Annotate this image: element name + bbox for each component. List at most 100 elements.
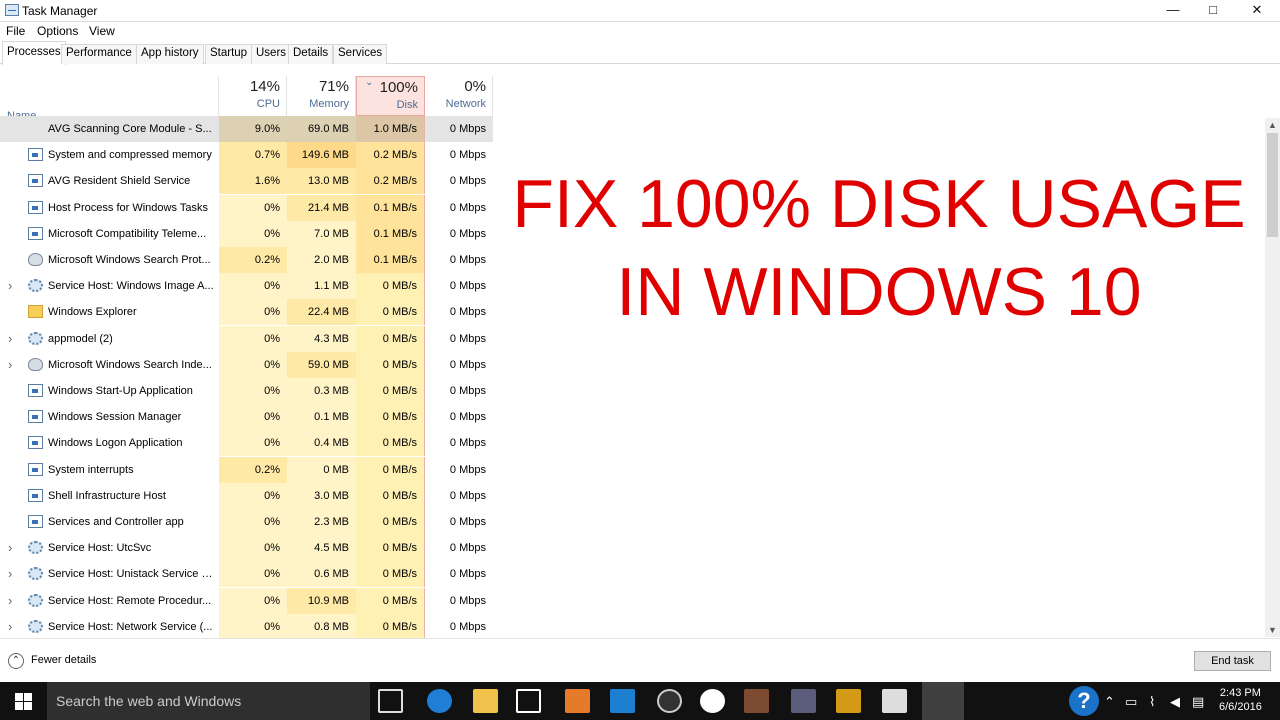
tab-startup[interactable]: Startup <box>205 44 253 64</box>
vertical-scrollbar[interactable]: ▲ ▼ <box>1265 118 1280 637</box>
network-cell: 0 Mbps <box>449 280 486 293</box>
table-row[interactable]: AVG Scanning Core Module - S... 9.0% 69.0 … <box>0 116 493 142</box>
end-task-button[interactable]: End task <box>1194 651 1271 671</box>
table-row[interactable]: › Service Host: Unistack Service G... 0% 0.… <box>0 561 493 588</box>
table-row[interactable]: › appmodel (2) 0% 4.3 MB 0 MB/s 0 Mbps <box>0 325 493 352</box>
process-table: Name 14% CPU 71% Memory ⌄ 100% Disk 0% N… <box>0 64 1280 638</box>
tab-performance[interactable]: Performance <box>61 44 137 64</box>
disk-cell: 0 MB/s <box>356 587 425 614</box>
scroll-down-icon[interactable]: ▼ <box>1268 625 1277 635</box>
tab-processes[interactable]: Processes <box>2 41 66 65</box>
start-button[interactable] <box>0 682 47 720</box>
memory-cell: 2.3 MB <box>287 509 356 535</box>
notifications-icon[interactable]: ▤ <box>1192 694 1204 710</box>
memory-cell: 0.4 MB <box>287 430 356 457</box>
process-name: Service Host: UtcSvc <box>48 542 152 555</box>
close-button[interactable]: ✕ <box>1234 0 1280 22</box>
taskbar-search-box[interactable]: Search the web and Windows <box>47 682 370 720</box>
network-cell: 0 Mbps <box>449 149 486 162</box>
task-manager-taskbar-button[interactable] <box>922 682 964 720</box>
network-cell: 0 Mbps <box>449 254 486 266</box>
tab-users[interactable]: Users <box>251 44 292 64</box>
chevron-up-icon[interactable]: ⌃ <box>1104 694 1115 710</box>
task-manager-icon <box>5 4 19 16</box>
table-row[interactable]: Windows Logon Application 0% 0.4 MB 0 MB/s 0… <box>0 430 493 457</box>
network-cell: 0 Mbps <box>449 358 486 371</box>
table-row[interactable]: System interrupts 0.2% 0 MB 0 MB/s 0 Mbps <box>0 456 493 483</box>
column-header-disk[interactable]: ⌄ 100% Disk <box>356 76 425 116</box>
process-name: Service Host: Network Service (... <box>48 620 213 633</box>
photo-app-icon[interactable] <box>791 689 816 713</box>
keyboard-icon[interactable] <box>882 689 907 713</box>
cpu-cell: 9.0% <box>219 116 287 142</box>
taskbar-clock[interactable]: 2:43 PM 6/6/2016 <box>1219 686 1262 714</box>
table-row[interactable]: Windows Start-Up Application 0% 0.3 MB 0 MB… <box>0 378 493 404</box>
tab-app-history[interactable]: App history <box>136 44 204 64</box>
memory-cell: 13.0 MB <box>287 168 356 195</box>
table-row[interactable]: AVG Resident Shield Service 1.6% 13.0 MB 0.… <box>0 168 493 195</box>
table-row[interactable]: › Service Host: Remote Procedur... 0% 10.9 … <box>0 587 493 614</box>
edge-icon[interactable] <box>427 689 452 713</box>
table-row[interactable]: Windows Session Manager 0% 0.1 MB 0 MB/s 0 M… <box>0 404 493 431</box>
weather-icon[interactable] <box>610 689 635 713</box>
table-row[interactable]: › Microsoft Windows Search Inde... 0% 59.0 … <box>0 351 493 378</box>
table-row[interactable]: Shell Infrastructure Host 0% 3.0 MB 0 MB/s 0… <box>0 482 493 509</box>
footer-bar: ⌃ Fewer details End task <box>0 638 1280 682</box>
cpu-cell: 0% <box>219 220 287 247</box>
memory-cell: 3.0 MB <box>287 482 356 509</box>
cpu-cell: 0.7% <box>219 142 287 169</box>
cpu-cell: 0% <box>219 299 287 326</box>
process-name: Service Host: Windows Image A... <box>48 280 214 293</box>
disk-cell: 0.1 MB/s <box>356 220 425 247</box>
store-icon[interactable] <box>516 689 541 713</box>
menu-options[interactable]: Options <box>37 24 78 38</box>
menu-view[interactable]: View <box>89 24 115 38</box>
fewer-details-button[interactable]: ⌃ Fewer details <box>8 653 96 669</box>
hp-icon[interactable] <box>700 689 725 713</box>
help-icon[interactable]: ? <box>1069 686 1099 716</box>
disk-cell: 0 MB/s <box>356 535 425 562</box>
memory-cell: 21.4 MB <box>287 194 356 221</box>
table-row[interactable]: › Service Host: Network Service (... 0% 0.8… <box>0 613 493 638</box>
table-row[interactable]: › Service Host: Windows Image A... 0% 1.1 M… <box>0 273 493 300</box>
video-overlay-title: FIX 100% DISK USAGE IN WINDOWS 10 <box>493 160 1265 336</box>
disk-cell: 0 MB/s <box>356 613 425 638</box>
presentation-icon[interactable] <box>836 689 861 713</box>
column-header-network[interactable]: 0% Network <box>425 76 493 116</box>
menu-file[interactable]: File <box>6 24 25 38</box>
game-icon[interactable] <box>744 689 769 713</box>
scroll-thumb[interactable] <box>1267 133 1278 237</box>
disk-cell: 0 MB/s <box>356 325 425 352</box>
column-header-memory[interactable]: 71% Memory <box>287 76 356 116</box>
table-row[interactable]: Host Process for Windows Tasks 0% 21.4 MB 0… <box>0 194 493 221</box>
column-header-cpu[interactable]: 14% CPU <box>219 76 287 116</box>
network-cell: 0 Mbps <box>449 437 486 450</box>
network-cell: 0 Mbps <box>425 116 493 142</box>
battery-icon[interactable]: ▭ <box>1125 694 1137 710</box>
cpu-cell: 0% <box>219 482 287 509</box>
process-name: System and compressed memory <box>48 149 212 162</box>
table-row[interactable]: › Service Host: UtcSvc 0% 4.5 MB 0 MB/s 0 Mbp… <box>0 535 493 562</box>
table-row[interactable]: Services and Controller app 0% 2.3 MB 0 MB/… <box>0 509 493 535</box>
process-name: Microsoft Compatibility Teleme... <box>48 227 207 240</box>
table-row[interactable]: Microsoft Windows Search Prot... 0.2% 2.0 … <box>0 247 493 273</box>
tab-services[interactable]: Services <box>333 44 388 64</box>
volume-icon[interactable]: ◀ <box>1170 694 1180 710</box>
table-row[interactable]: Microsoft Compatibility Teleme... 0% 7.0 M… <box>0 220 493 247</box>
column-header-name[interactable]: Name <box>0 76 219 122</box>
tab-details[interactable]: Details <box>288 44 334 64</box>
overlay-line-1: FIX 100% DISK USAGE <box>512 166 1246 242</box>
cpu-cell: 0% <box>219 509 287 535</box>
maximize-button[interactable]: □ <box>1190 0 1236 22</box>
disk-cell: 0 MB/s <box>356 299 425 326</box>
network-cell: 0 Mbps <box>449 306 486 319</box>
scroll-up-icon[interactable]: ▲ <box>1268 120 1277 130</box>
speedometer-icon[interactable] <box>657 689 682 713</box>
table-row[interactable]: Windows Explorer 0% 22.4 MB 0 MB/s 0 Mbps <box>0 299 493 326</box>
cpu-cell: 0% <box>219 430 287 457</box>
media-player-icon[interactable] <box>565 689 590 713</box>
table-row[interactable]: System and compressed memory 0.7% 149.6 MB… <box>0 142 493 169</box>
file-explorer-icon[interactable] <box>473 689 498 713</box>
wifi-icon[interactable]: ⌇ <box>1149 694 1155 710</box>
task-view-icon[interactable] <box>378 689 403 713</box>
